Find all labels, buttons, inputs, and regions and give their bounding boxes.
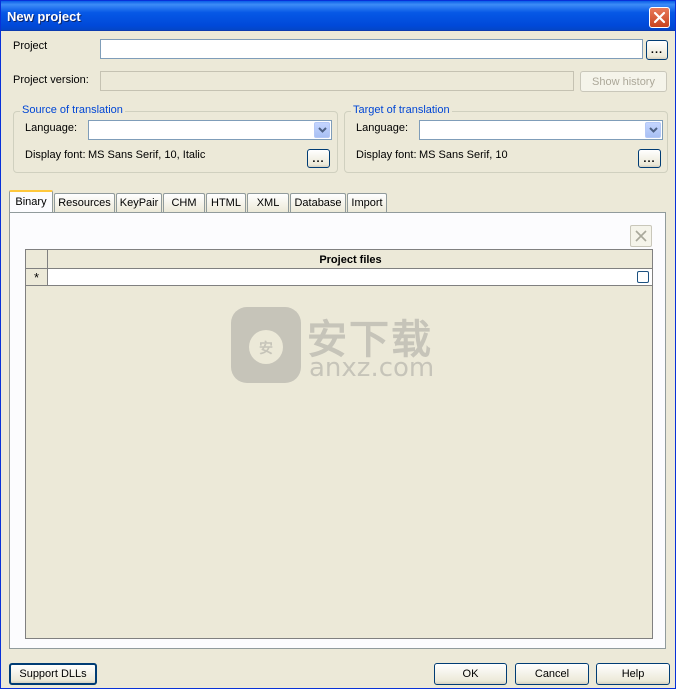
source-language-label: Language: bbox=[25, 122, 77, 134]
chevron-down-icon[interactable] bbox=[314, 122, 330, 138]
target-language-label: Language: bbox=[356, 122, 408, 134]
tab-chm[interactable]: CHM bbox=[163, 193, 205, 212]
show-history-button[interactable]: Show history bbox=[580, 71, 667, 92]
tab-database[interactable]: Database bbox=[290, 193, 346, 212]
tab-keypair[interactable]: KeyPair bbox=[116, 193, 162, 212]
source-display-font-value: MS Sans Serif, 10, Italic bbox=[88, 149, 206, 161]
svg-text:安: 安 bbox=[259, 340, 273, 357]
tab-binary[interactable]: Binary bbox=[9, 190, 53, 212]
close-icon bbox=[653, 11, 666, 24]
column-header-project-files[interactable]: Project files bbox=[49, 250, 652, 269]
target-display-font-label: Display font: bbox=[356, 149, 417, 161]
project-browse-button[interactable]: ... bbox=[646, 40, 668, 60]
source-display-font-label: Display font: bbox=[25, 149, 86, 161]
target-group-title: Target of translation bbox=[351, 104, 452, 116]
new-project-dialog: New project Project ... Project version:… bbox=[0, 0, 676, 689]
row-checkbox[interactable] bbox=[637, 271, 649, 283]
watermark: 安 安下载 anxz.com bbox=[231, 303, 451, 388]
project-input[interactable] bbox=[100, 39, 643, 59]
tab-import[interactable]: Import bbox=[347, 193, 387, 212]
project-label: Project bbox=[13, 40, 48, 52]
source-font-button[interactable]: ... bbox=[307, 149, 330, 168]
cancel-button[interactable]: Cancel bbox=[515, 663, 589, 685]
grid-header: Project files bbox=[26, 250, 652, 269]
new-row-marker: * bbox=[26, 269, 48, 285]
close-button[interactable] bbox=[649, 7, 670, 28]
tab-resources[interactable]: Resources bbox=[54, 193, 115, 212]
target-display-font-value: MS Sans Serif, 10 bbox=[419, 149, 508, 161]
title-bar[interactable]: New project bbox=[1, 1, 675, 31]
watermark-text-en: anxz.com bbox=[309, 353, 435, 383]
delete-icon bbox=[635, 230, 647, 242]
new-row[interactable]: * bbox=[26, 269, 652, 286]
source-language-select[interactable] bbox=[88, 120, 332, 140]
window-title: New project bbox=[7, 9, 81, 24]
delete-file-button[interactable] bbox=[630, 225, 652, 247]
target-font-button[interactable]: ... bbox=[638, 149, 661, 168]
target-language-select[interactable] bbox=[419, 120, 663, 140]
ok-button[interactable]: OK bbox=[434, 663, 507, 685]
source-group-title: Source of translation bbox=[20, 104, 125, 116]
tab-xml[interactable]: XML bbox=[247, 193, 289, 212]
grid-corner bbox=[26, 250, 48, 269]
project-version-input[interactable] bbox=[100, 71, 574, 91]
tab-html[interactable]: HTML bbox=[206, 193, 246, 212]
help-button[interactable]: Help bbox=[596, 663, 670, 685]
support-dlls-button[interactable]: Support DLLs bbox=[9, 663, 97, 685]
chevron-down-icon[interactable] bbox=[645, 122, 661, 138]
project-version-label: Project version: bbox=[13, 74, 89, 86]
